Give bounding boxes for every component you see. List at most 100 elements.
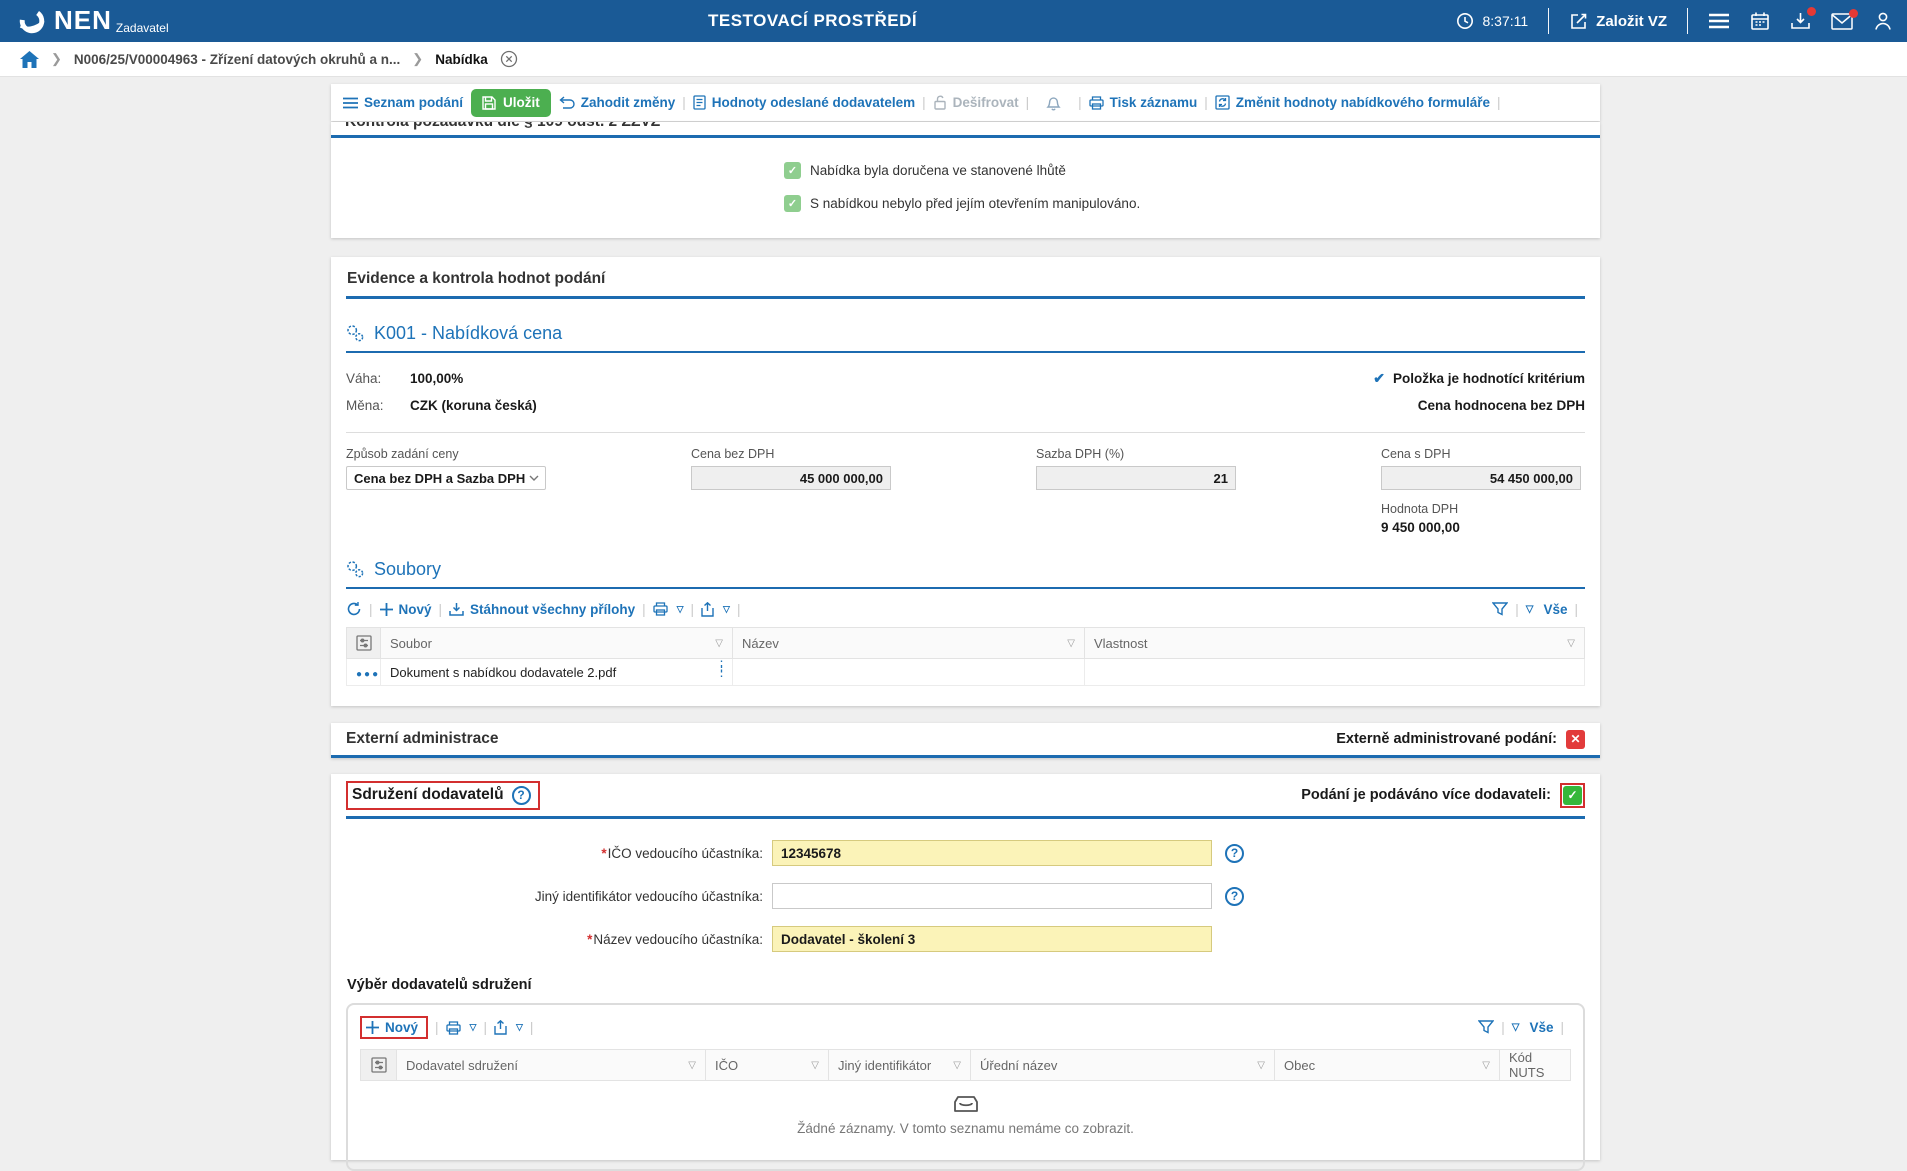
kontrola-section: Kontrola požadavku dle § 109 odst. 2 ZZV… <box>331 122 1600 238</box>
column-header-obec[interactable]: Obec▽ <box>1275 1050 1500 1081</box>
ico-input[interactable] <box>772 840 1212 866</box>
jiny-identifikator-input[interactable] <box>772 883 1212 909</box>
calendar-button[interactable] <box>1750 11 1770 31</box>
vyber-dodavatelu-table: Dodavatel sdružení▽ IČO▽ Jiný identifiká… <box>360 1049 1571 1081</box>
filter-chevron-icon[interactable]: ▽ <box>811 1060 819 1071</box>
row-actions-button[interactable]: ●●● <box>347 659 381 686</box>
sdruzeni-novy-button[interactable]: Nový <box>366 1020 418 1035</box>
column-header-uredni-nazev[interactable]: Úřední název▽ <box>971 1050 1275 1081</box>
novy-button-annotated: Nový <box>360 1016 428 1039</box>
zpusob-zadani-select[interactable]: Cena bez DPH a Sazba DPH <box>346 466 546 490</box>
print-record-button[interactable]: Tisk záznamu <box>1089 95 1198 110</box>
filter-chevron-icon[interactable]: ▽ <box>688 1060 696 1071</box>
vse-filter-button[interactable]: ▽ Vše <box>1526 602 1568 617</box>
home-icon[interactable] <box>20 51 39 68</box>
change-form-values-button[interactable]: Změnit hodnoty nabídkového formuláře <box>1215 95 1490 110</box>
filter-chevron-icon[interactable]: ▽ <box>1567 638 1575 649</box>
discard-changes-button[interactable]: Zahodit změny <box>559 95 676 110</box>
filter-chevron-icon[interactable]: ▽ <box>953 1060 961 1071</box>
vyber-dodavatelu-heading: Výběr dodavatelů sdružení <box>347 977 1585 993</box>
export-grid-button[interactable]: ▽ <box>701 602 730 617</box>
column-header-dodavatel[interactable]: Dodavatel sdružení▽ <box>397 1050 706 1081</box>
menu-button[interactable] <box>1708 12 1730 30</box>
export-grid-button[interactable]: ▽ <box>494 1020 523 1035</box>
column-header-nazev[interactable]: Název▽ <box>733 628 1085 659</box>
plus-icon <box>380 603 393 616</box>
file-name-cell[interactable]: Dokument s nabídkou dodavatele 2.pdf ⋮⋮ <box>381 659 733 686</box>
blue-check-icon: ✔ <box>1373 370 1385 387</box>
vaha-row: Váha: 100,00% ✔ Položka je hodnotící kri… <box>346 365 1585 392</box>
help-icon[interactable]: ? <box>1225 844 1244 863</box>
column-settings-button[interactable] <box>347 628 381 659</box>
topbar-separator <box>1548 8 1549 34</box>
ico-row: *IČO vedoucího účastníka: ? <box>346 840 1585 866</box>
gears-icon <box>346 560 365 579</box>
column-header-vlastnost[interactable]: Vlastnost▽ <box>1085 628 1585 659</box>
required-mark: * <box>587 932 592 947</box>
table-row[interactable]: ●●● Dokument s nabídkou dodavatele 2.pdf… <box>347 659 1585 686</box>
share-icon <box>701 602 714 617</box>
cena-s-dph-input[interactable] <box>1381 466 1581 490</box>
breadcrumb-chevron: ❯ <box>412 51 423 67</box>
chevron-down-icon: ▽ <box>1512 1022 1520 1033</box>
gears-icon <box>346 324 365 343</box>
green-checkbox[interactable]: ✓ <box>1563 786 1582 805</box>
column-settings-button[interactable] <box>361 1050 397 1081</box>
refresh-button[interactable] <box>346 601 362 617</box>
column-header-kod-nuts[interactable]: Kód NUTS <box>1500 1050 1571 1081</box>
hodnoty-odeslane-button[interactable]: Hodnoty odeslané dodavatelem <box>693 95 915 110</box>
print-grid-button[interactable]: ▽ <box>446 1021 477 1035</box>
print-grid-button[interactable]: ▽ <box>653 602 684 616</box>
filter-chevron-icon[interactable]: ▽ <box>1067 638 1075 649</box>
column-header-soubor[interactable]: Soubor▽ <box>381 628 733 659</box>
printer-icon <box>653 602 668 616</box>
soubory-novy-button[interactable]: Nový <box>380 602 432 617</box>
notifications-bell-icon[interactable] <box>1046 95 1061 111</box>
evidence-heading: Evidence a kontrola hodnot podání <box>347 270 1585 288</box>
externi-heading: Externí administrace <box>346 730 498 748</box>
help-icon[interactable]: ? <box>512 786 531 805</box>
column-header-jiny-identifikator[interactable]: Jiný identifikátor▽ <box>829 1050 971 1081</box>
funnel-icon <box>1492 602 1508 617</box>
download-all-attachments-button[interactable]: Stáhnout všechny přílohy <box>449 602 635 617</box>
cena-bez-dph-input[interactable] <box>691 466 891 490</box>
seznam-podani-button[interactable]: Seznam podání <box>343 95 463 110</box>
hodnocena-flag: Cena hodnocena bez DPH <box>1418 398 1585 413</box>
vse-filter-button[interactable]: ▽ Vše <box>1512 1020 1554 1035</box>
filter-chevron-icon[interactable]: ▽ <box>1257 1060 1265 1071</box>
check-delivered-on-time: ✓ Nabídka byla doručena ve stanovené lhů… <box>784 162 1600 179</box>
breadcrumb-item-nabidka[interactable]: Nabídka <box>435 52 488 67</box>
filter-button[interactable] <box>1492 602 1508 617</box>
column-header-ico[interactable]: IČO▽ <box>706 1050 829 1081</box>
sazba-dph-input[interactable] <box>1036 466 1236 490</box>
close-tab-icon[interactable] <box>500 50 518 68</box>
nazev-input[interactable] <box>772 926 1212 952</box>
required-mark: * <box>601 846 606 861</box>
breadcrumb-item-procedure[interactable]: N006/25/V00004963 - Zřízení datových okr… <box>74 52 400 67</box>
environment-title: TESTOVACÍ PROSTŘEDÍ <box>708 0 917 42</box>
vyber-toolbar: Nový | ▽ | ▽ | <box>360 1016 1571 1039</box>
check-not-manipulated: ✓ S nabídkou nebylo před jejím otevřením… <box>784 195 1600 212</box>
top-bar: NEN Zadavatel TESTOVACÍ PROSTŘEDÍ 8:37:1… <box>0 0 1907 42</box>
k001-subsection-heading: K001 - Nabídková cena <box>346 323 1585 344</box>
jiny-identifikator-row: Jiný identifikátor vedoucího účastníka: … <box>346 883 1585 909</box>
filter-chevron-icon[interactable]: ▽ <box>715 638 723 649</box>
red-x-checkbox[interactable]: ✕ <box>1566 730 1585 749</box>
downloads-button[interactable] <box>1790 11 1811 31</box>
vyber-dodavatelu-panel: Nový | ▽ | ▽ | <box>346 1003 1585 1171</box>
create-vz-button[interactable]: Založit VZ <box>1569 12 1667 31</box>
drag-handle-icon[interactable]: ⋮⋮ <box>715 663 728 675</box>
clock-widget: 8:37:11 <box>1456 12 1528 30</box>
soubory-table: Soubor▽ Název▽ Vlastnost▽ ●●● Dokument s… <box>346 627 1585 686</box>
user-profile-button[interactable] <box>1873 11 1893 31</box>
filter-chevron-icon[interactable]: ▽ <box>1482 1060 1490 1071</box>
green-check-icon: ✓ <box>784 162 801 179</box>
messages-button[interactable] <box>1831 13 1853 30</box>
filter-button[interactable] <box>1478 1020 1494 1035</box>
nen-logo[interactable]: NEN Zadavatel <box>16 5 169 37</box>
help-icon[interactable]: ? <box>1225 887 1244 906</box>
decrypt-button: Dešifrovat <box>933 95 1019 110</box>
share-icon <box>494 1020 507 1035</box>
save-button[interactable]: Uložit <box>471 89 551 117</box>
chevron-down-icon: ▽ <box>470 1022 477 1033</box>
